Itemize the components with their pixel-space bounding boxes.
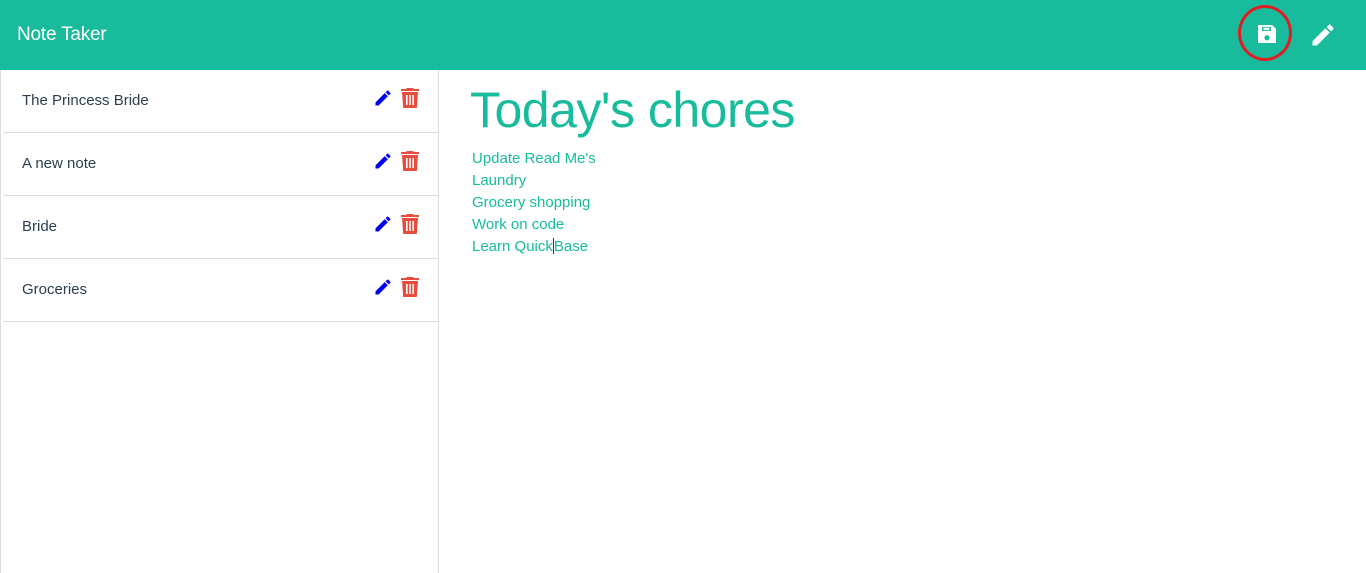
- pencil-icon: [375, 279, 391, 295]
- note-text-area[interactable]: Update Read Me's Laundry Grocery shoppin…: [472, 148, 596, 258]
- delete-note-button[interactable]: [400, 214, 420, 234]
- save-icon: [1258, 25, 1276, 43]
- note-actions: [373, 151, 420, 171]
- list-item[interactable]: Groceries: [3, 259, 438, 322]
- trash-icon: [401, 277, 419, 297]
- new-note-button[interactable]: [1307, 19, 1339, 51]
- note-text-line: Laundry: [472, 172, 527, 189]
- note-text-line: Update Read Me's: [472, 150, 596, 167]
- note-list: The Princess Bride A new note Bride Groc…: [1, 70, 438, 322]
- delete-note-button[interactable]: [400, 151, 420, 171]
- note-text-line: Learn QuickBase: [472, 236, 596, 258]
- note-title-input[interactable]: Today's chores: [470, 82, 795, 138]
- save-note-button[interactable]: [1251, 18, 1283, 50]
- list-item[interactable]: The Princess Bride: [3, 70, 438, 133]
- trash-icon: [401, 88, 419, 108]
- pencil-icon: [375, 90, 391, 106]
- note-text-fragment: Learn Quick: [472, 238, 553, 255]
- delete-note-button[interactable]: [400, 88, 420, 108]
- notes-sidebar: The Princess Bride A new note Bride Groc…: [0, 70, 439, 573]
- trash-icon: [401, 214, 419, 234]
- note-text-line: Work on code: [472, 216, 565, 233]
- edit-note-button[interactable]: [373, 277, 393, 297]
- navbar: Note Taker: [0, 0, 1366, 70]
- note-text-fragment: Base: [553, 238, 589, 255]
- note-text-line: Grocery shopping: [472, 194, 591, 211]
- note-title: Groceries: [22, 281, 88, 298]
- note-actions: [373, 277, 420, 297]
- note-actions: [373, 88, 420, 108]
- note-actions: [373, 214, 420, 234]
- note-editor: Today's chores Update Read Me's Laundry …: [440, 70, 1366, 573]
- edit-note-button[interactable]: [373, 88, 393, 108]
- note-title: Bride: [22, 218, 58, 235]
- edit-note-button[interactable]: [373, 151, 393, 171]
- pencil-icon: [375, 153, 391, 169]
- note-title: The Princess Bride: [22, 92, 149, 109]
- pencil-icon: [1312, 24, 1334, 46]
- list-item[interactable]: A new note: [3, 133, 438, 196]
- app-title[interactable]: Note Taker: [17, 22, 107, 48]
- delete-note-button[interactable]: [400, 277, 420, 297]
- note-title: A new note: [22, 155, 97, 172]
- list-item[interactable]: Bride: [3, 196, 438, 259]
- edit-note-button[interactable]: [373, 214, 393, 234]
- pencil-icon: [375, 216, 391, 232]
- trash-icon: [401, 151, 419, 171]
